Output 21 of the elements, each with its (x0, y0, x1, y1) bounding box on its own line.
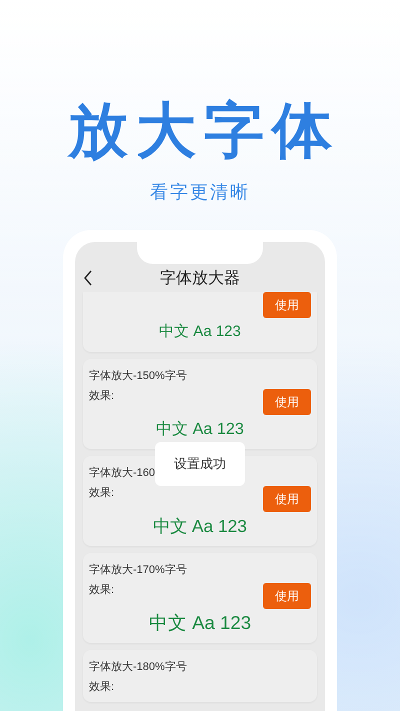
use-button[interactable]: 使用 (263, 583, 311, 609)
effect-label: 效果: (89, 583, 116, 598)
page-title: 字体放大器 (160, 270, 240, 286)
preview-text: 中文 Aa 123 (155, 419, 245, 440)
size-label: 字体放大-150%字号 (89, 368, 188, 384)
back-icon[interactable] (83, 270, 93, 286)
use-button[interactable]: 使用 (263, 486, 311, 512)
size-label: 字体放大-170%字号 (89, 562, 188, 578)
hero-title: 放大字体 (68, 98, 340, 164)
preview-text: 中文 Aa 123 (148, 611, 252, 635)
use-button[interactable]: 使用 (263, 389, 311, 415)
hero-subtitle: 看字更清晰 (150, 181, 250, 204)
preview-text: 中文 Aa 123 (158, 322, 242, 342)
effect-label: 效果: (89, 486, 116, 501)
toast-message: 设置成功 (155, 442, 245, 486)
use-button[interactable]: 使用 (263, 292, 311, 318)
effect-label: 效果: (89, 389, 116, 404)
size-label: 字体放大-160 (89, 466, 156, 481)
preview-text: 中文 Aa 123 (152, 515, 248, 538)
effect-label: 效果: (89, 680, 116, 695)
size-label: 字体放大-180%字号 (89, 660, 188, 675)
